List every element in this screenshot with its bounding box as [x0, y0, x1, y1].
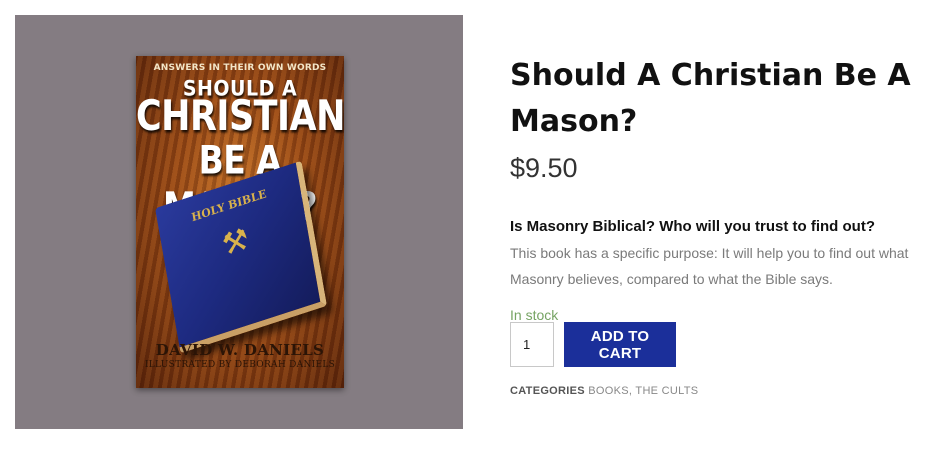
category-link-the-cults[interactable]: THE CULTS	[635, 385, 698, 397]
cover-title-line2: CHRISTIAN	[136, 93, 344, 141]
add-to-cart-button[interactable]: ADD TO CART	[564, 322, 676, 367]
quantity-input[interactable]	[510, 322, 554, 367]
cover-author: DAVID W. DANIELS	[155, 341, 325, 359]
description-heading: Is Masonry Biblical? Who will you trust …	[510, 218, 875, 235]
product-price: $9.50	[510, 153, 578, 183]
categories-label: CATEGORIES	[510, 385, 585, 397]
description-body: This book has a specific purpose: It wil…	[510, 245, 909, 287]
cover-tagline: ANSWERS IN THEIR OWN WORDS	[153, 63, 327, 73]
cover-illustrator: ILLUSTRATED BY DEBORAH DANIELS	[144, 360, 336, 370]
stock-status: In stock	[510, 307, 559, 323]
product-image-panel: ANSWERS IN THEIR OWN WORDS SHOULD A CHRI…	[15, 15, 463, 429]
product-title: Should A Christian Be A Mason?	[510, 58, 911, 139]
square-compass-icon: ⚒	[219, 220, 252, 265]
product-categories: CATEGORIES BOOKS, THE CULTS	[510, 385, 698, 397]
category-link-books[interactable]: BOOKS	[588, 385, 629, 397]
book-cover-image[interactable]: ANSWERS IN THEIR OWN WORDS SHOULD A CHRI…	[136, 56, 344, 388]
